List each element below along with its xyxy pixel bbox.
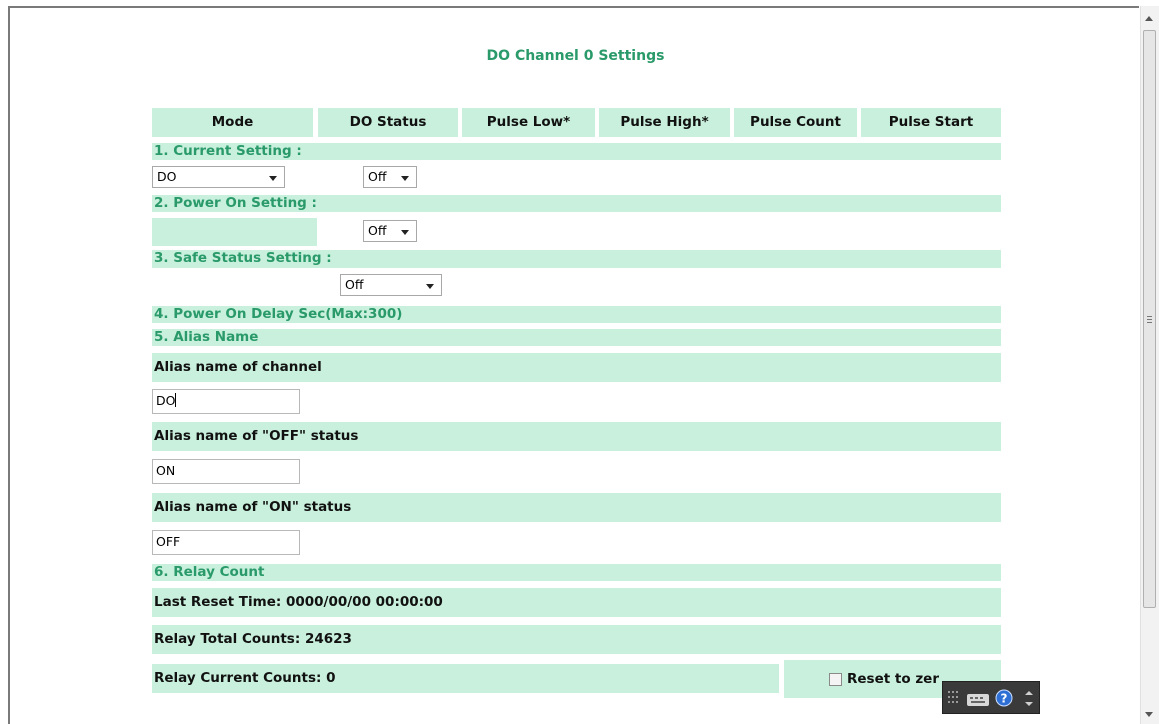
- alias-channel-label: Alias name of channel: [152, 353, 1001, 382]
- alias-off-input[interactable]: ON: [152, 459, 300, 484]
- grip-line: [1147, 322, 1152, 323]
- header-pulse-start: Pulse Start: [861, 108, 1001, 137]
- grip-dots-icon: [948, 691, 958, 703]
- header-pulse-low: Pulse Low*: [462, 108, 595, 137]
- keyboard-icon: [967, 694, 989, 706]
- scroll-down-arrow-icon[interactable]: [1145, 712, 1153, 717]
- alias-on-input[interactable]: OFF: [152, 530, 300, 555]
- reset-to-zero-checkbox[interactable]: [829, 673, 842, 686]
- current-mode-value: DO: [157, 169, 177, 184]
- chevron-down-icon: [426, 284, 434, 289]
- safe-status-value: Off: [345, 277, 364, 292]
- chevron-down-icon: [401, 176, 409, 181]
- alias-off-label: Alias name of "OFF" status: [152, 422, 1001, 451]
- toolbar-icons: ?: [948, 689, 1033, 707]
- section-safe-status-setting: 3. Safe Status Setting :: [152, 250, 1001, 268]
- scroll-up-arrow-icon[interactable]: [1145, 16, 1153, 21]
- current-status-select[interactable]: Off: [363, 166, 417, 188]
- header-mode: Mode: [152, 108, 313, 137]
- last-reset-time: Last Reset Time: 0000/00/00 00:00:00: [152, 588, 1001, 617]
- header-pulse-high: Pulse High*: [599, 108, 730, 137]
- help-icon: ?: [995, 689, 1013, 707]
- page-title: DO Channel 0 Settings: [486, 48, 665, 64]
- alias-on-label: Alias name of "ON" status: [152, 493, 1001, 522]
- current-mode-select[interactable]: DO: [152, 166, 285, 188]
- alias-channel-input[interactable]: DO: [152, 389, 300, 414]
- relay-current-counts: Relay Current Counts: 0: [152, 664, 779, 693]
- page-frame: DO Channel 0 Settings Mode DO Status Pul…: [8, 6, 1139, 724]
- header-pulse-count: Pulse Count: [734, 108, 857, 137]
- section-relay-count: 6. Relay Count: [152, 564, 1001, 581]
- power-on-mode-cell: [152, 218, 317, 246]
- text-caret: [175, 393, 177, 407]
- grip-line: [1147, 319, 1152, 320]
- scrollbar-thumb[interactable]: [1143, 30, 1156, 608]
- section-current-setting: 1. Current Setting :: [152, 143, 1001, 160]
- relay-total-counts: Relay Total Counts: 24623: [152, 625, 1001, 654]
- reset-to-zero-label: Reset to zer: [847, 671, 939, 687]
- chevron-down-icon: [401, 230, 409, 235]
- section-alias-name: 5. Alias Name: [152, 329, 1001, 346]
- power-on-status-value: Off: [368, 223, 387, 238]
- floating-toolbar[interactable]: ?: [942, 681, 1040, 714]
- grip-line: [1147, 316, 1152, 317]
- alias-off-value: ON: [156, 463, 176, 478]
- chevron-up-down-icon: [1025, 691, 1033, 706]
- alias-on-value: OFF: [156, 534, 181, 549]
- chevron-down-icon: [269, 176, 277, 181]
- svg-text:?: ?: [1001, 692, 1008, 706]
- current-status-value: Off: [368, 169, 387, 184]
- section-power-on-setting: 2. Power On Setting :: [152, 195, 1001, 212]
- header-do-status: DO Status: [318, 108, 458, 137]
- vertical-scrollbar[interactable]: [1140, 6, 1159, 724]
- section-power-on-delay: 4. Power On Delay Sec(Max:300): [152, 306, 1001, 323]
- safe-status-select[interactable]: Off: [340, 274, 442, 296]
- power-on-status-select[interactable]: Off: [363, 220, 417, 242]
- alias-channel-value: DO: [156, 393, 176, 408]
